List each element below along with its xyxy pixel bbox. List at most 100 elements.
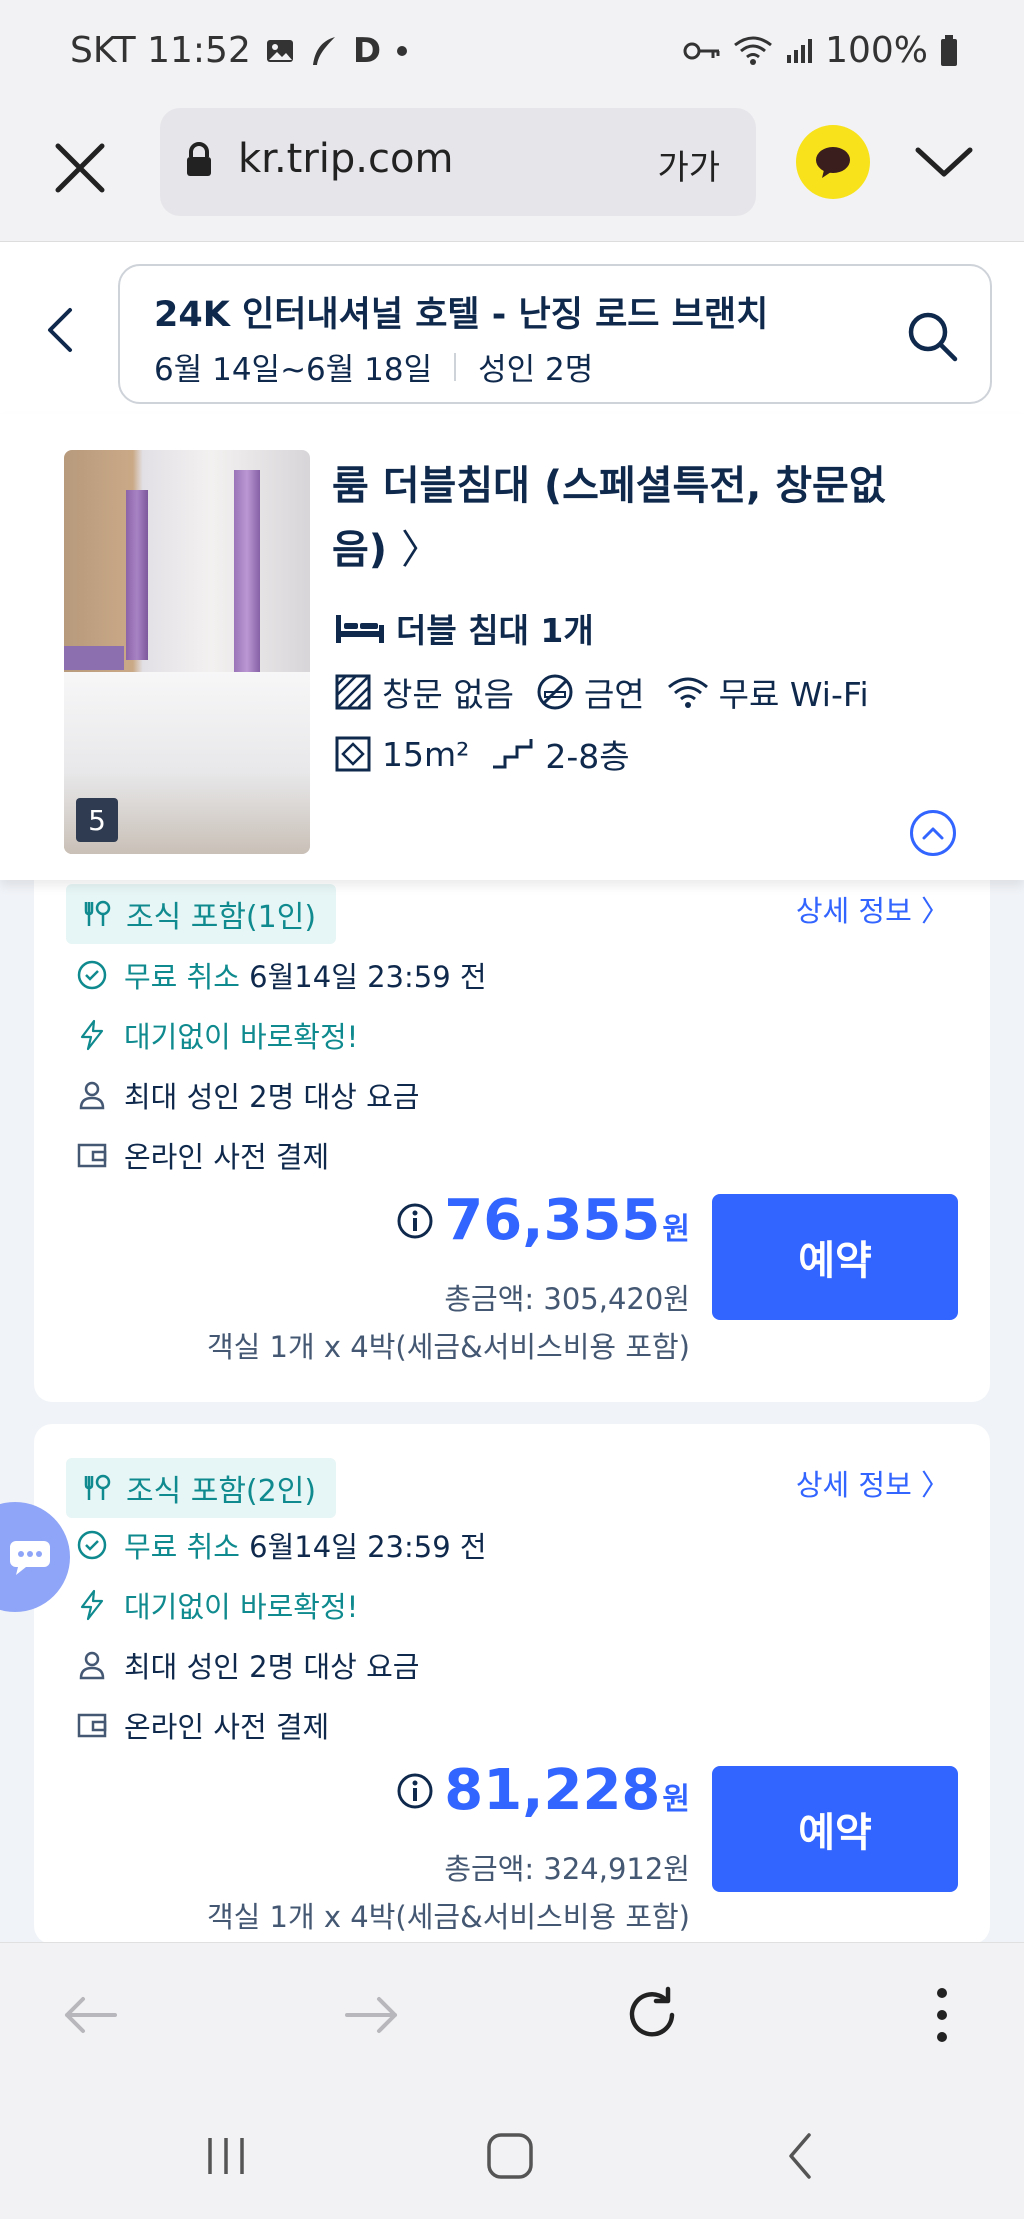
search-icon[interactable] — [904, 308, 960, 364]
reload-icon[interactable] — [620, 1983, 684, 2047]
wifi-text: 무료 Wi-Fi — [718, 675, 869, 714]
occupancy-text: 최대 성인 2명 대상 요금 — [124, 1080, 420, 1114]
book-button[interactable]: 예약 — [712, 1766, 958, 1892]
total-price: 총금액: 305,420원 — [444, 1282, 690, 1316]
lightning-icon — [80, 1019, 104, 1051]
close-icon[interactable] — [48, 136, 112, 200]
payment-row: 온라인 사전 결제 — [76, 1134, 329, 1176]
occupancy-row: 최대 성인 2명 대상 요금 — [76, 1644, 419, 1686]
bed-item: 더블 침대 1개 — [334, 604, 594, 652]
size-item: 15m² — [334, 735, 469, 774]
price-row: 76,355 원 — [396, 1188, 690, 1253]
cancel-label: 무료 취소 — [124, 1530, 240, 1564]
chat-bubble-icon — [10, 1541, 50, 1575]
room-photo[interactable]: 5 — [64, 450, 310, 854]
gallery-icon — [265, 36, 295, 66]
instant-text: 대기없이 바로확정! — [124, 1590, 359, 1624]
photo-count-badge: 5 — [76, 798, 118, 842]
signal-icon — [785, 37, 813, 65]
occupancy-text: 최대 성인 2명 대상 요금 — [124, 1650, 420, 1684]
smoking-text: 금연 — [583, 675, 645, 714]
detail-info-link[interactable]: 상세 정보 〉 — [796, 888, 950, 930]
rate-option-card: 조식 포함(1인) 상세 정보 〉 무료 취소 6월14일 23:59 전 대기… — [34, 858, 990, 1402]
total-price: 총금액: 324,912원 — [444, 1852, 690, 1886]
browser-bottom-bar — [0, 1942, 1024, 2082]
recent-apps-icon[interactable] — [196, 2126, 256, 2186]
stay-summary: 객실 1개 x 4박(세금&서비스비용 포함) — [206, 1330, 690, 1364]
stay-dates: 6월 14일~6월 18일 — [154, 352, 433, 388]
status-left: SKT 11:52 D — [70, 30, 409, 71]
nightly-price: 76,355 — [444, 1188, 661, 1253]
price-row: 81,228 원 — [396, 1758, 690, 1823]
payment-text: 온라인 사전 결제 — [124, 1140, 330, 1174]
search-summary-box[interactable]: 24K 인터내셔널 호텔 - 난징 로드 브랜치 6월 14일~6월 18일 성… — [118, 264, 992, 404]
wifi-icon — [733, 35, 773, 67]
room-summary-card: 5 룸 더블침대 (스페셜특전, 창문없음) 〉 더블 침대 1개 창문 없음 … — [0, 414, 1024, 880]
system-back-icon[interactable] — [770, 2126, 830, 2186]
no-smoking-icon — [537, 674, 573, 710]
status-bar: SKT 11:52 D 100% — [0, 0, 1024, 108]
d-app-icon: D — [352, 30, 382, 71]
home-icon[interactable] — [480, 2126, 540, 2186]
instant-text: 대기없이 바로확정! — [124, 1020, 359, 1054]
lightning-icon — [80, 1589, 104, 1621]
feather-icon — [309, 35, 339, 67]
forward-arrow-icon[interactable] — [340, 1983, 404, 2047]
chevron-down-icon[interactable] — [912, 136, 976, 188]
info-icon — [397, 1203, 433, 1238]
battery-icon — [940, 34, 958, 67]
search-subtitle: 6월 14일~6월 18일 성인 2명 — [154, 344, 593, 389]
person-icon — [79, 1651, 105, 1680]
payment-row: 온라인 사전 결제 — [76, 1704, 329, 1746]
free-cancel-row: 무료 취소 6월14일 23:59 전 — [76, 954, 487, 996]
search-header: 24K 인터내셔널 호텔 - 난징 로드 브랜치 6월 14일~6월 18일 성… — [0, 242, 1024, 414]
back-arrow-icon[interactable] — [40, 304, 80, 356]
free-cancel-row: 무료 취소 6월14일 23:59 전 — [76, 1524, 487, 1566]
floor-item: 2-8층 — [491, 730, 630, 778]
nightly-price: 81,228 — [444, 1758, 661, 1823]
key-icon — [683, 40, 721, 62]
dot-icon — [395, 44, 409, 58]
bed-info: 더블 침대 1개 — [334, 604, 616, 652]
hotel-name: 24K 인터내셔널 호텔 - 난징 로드 브랜치 — [154, 295, 769, 335]
bed-text: 더블 침대 1개 — [396, 611, 594, 650]
chevron-up-icon[interactable] — [910, 810, 956, 856]
guest-count: 성인 2명 — [478, 352, 594, 388]
cancel-deadline: 6월14일 23:59 전 — [249, 960, 487, 994]
payment-text: 온라인 사전 결제 — [124, 1710, 330, 1744]
battery-percent: 100% — [825, 30, 928, 71]
no-window-icon — [335, 674, 371, 710]
cancel-deadline: 6월14일 23:59 전 — [249, 1530, 487, 1564]
cutlery-icon — [84, 900, 111, 926]
instant-confirm-row: 대기없이 바로확정! — [76, 1584, 358, 1626]
wallet-icon — [77, 1713, 107, 1738]
size-text: 15m² — [382, 734, 470, 774]
currency-unit: 원 — [662, 1782, 690, 1817]
size-floor-row: 15m² 2-8층 — [334, 730, 652, 778]
url-text[interactable]: kr.trip.com — [238, 136, 453, 182]
book-button[interactable]: 예약 — [712, 1194, 958, 1320]
wifi-icon — [667, 677, 708, 708]
lock-icon — [184, 142, 214, 182]
occupancy-row: 최대 성인 2명 대상 요금 — [76, 1074, 419, 1116]
carrier-time: SKT 11:52 — [70, 30, 251, 71]
stairs-icon — [493, 739, 533, 769]
detail-info-link[interactable]: 상세 정보 〉 — [796, 1462, 950, 1504]
status-right: 100% — [683, 30, 958, 71]
text-size-button[interactable]: 가가 — [657, 140, 720, 189]
back-arrow-icon[interactable] — [58, 1983, 122, 2047]
breakfast-chip: 조식 포함(1인) — [66, 884, 337, 944]
kakao-talk-icon[interactable] — [796, 125, 870, 199]
divider — [454, 352, 457, 381]
more-options-icon[interactable] — [910, 1983, 974, 2047]
person-icon — [79, 1081, 105, 1110]
address-bar[interactable]: kr.trip.com 가가 — [160, 108, 756, 216]
room-title[interactable]: 룸 더블침대 (스페셜특전, 창문없음) 〉 — [332, 454, 912, 582]
bed-icon — [336, 615, 384, 643]
cutlery-icon — [84, 1474, 111, 1500]
rate-option-card: 조식 포함(2인) 상세 정보 〉 무료 취소 6월14일 23:59 전 대기… — [34, 1424, 990, 1944]
cancel-label: 무료 취소 — [124, 960, 240, 994]
breakfast-text: 조식 포함(1인) — [126, 900, 317, 935]
info-icon — [397, 1773, 433, 1808]
breakfast-chip: 조식 포함(2인) — [66, 1458, 337, 1518]
